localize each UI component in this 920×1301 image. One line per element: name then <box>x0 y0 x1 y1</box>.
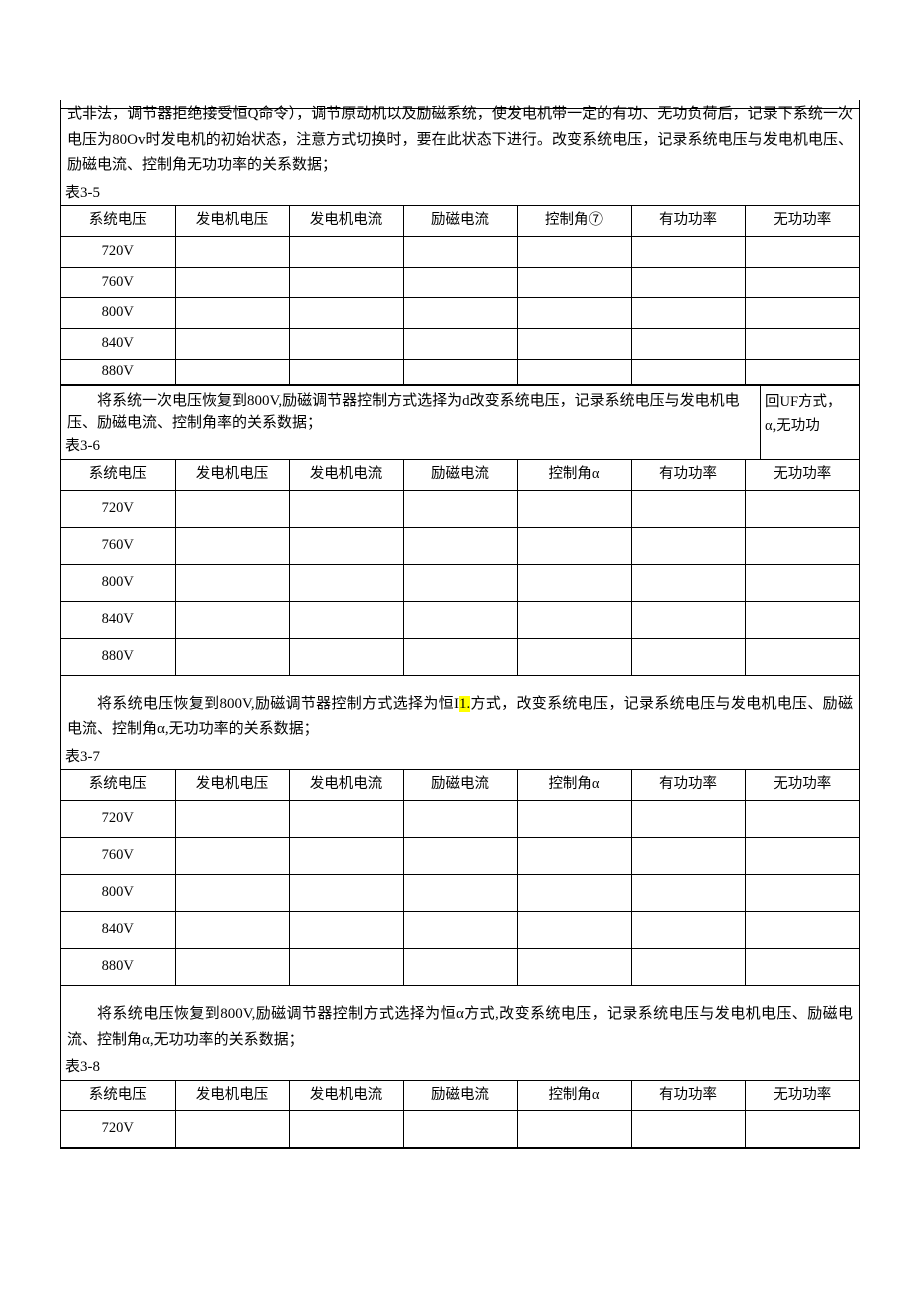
table-3-7-label: 表3-7 <box>61 745 859 770</box>
table-row: 760V <box>61 838 859 875</box>
para3-pre: 将系统电压恢复到800V,励磁调节器控制方式选择为恒I <box>97 696 459 712</box>
col-header: 发电机电流 <box>289 460 403 491</box>
table-row: 880V <box>61 638 859 675</box>
paragraph-1: 式非法，调节器拒绝接受恒Q命令），调节原动机以及励磁系统，使发电机带一定的有功、… <box>61 100 859 181</box>
cell: 840V <box>61 601 175 638</box>
col-header: 有功功率 <box>631 460 745 491</box>
col-header: 无功功率 <box>745 460 859 491</box>
main-content-box: 式非法，调节器拒绝接受恒Q命令），调节原动机以及励磁系统，使发电机带一定的有功、… <box>60 100 860 1149</box>
table-row: 840V <box>61 601 859 638</box>
table-row: 系统电压 发电机电压 发电机电流 励磁电流 控制角α 有功功率 无功功率 <box>61 460 859 491</box>
table-3-8: 系统电压 发电机电压 发电机电流 励磁电流 控制角α 有功功率 无功功率 720… <box>61 1080 859 1149</box>
col-header: 有功功率 <box>631 1080 745 1111</box>
table-3-5-label: 表3-5 <box>61 181 859 206</box>
table-row: 720V <box>61 801 859 838</box>
table-row: 760V <box>61 267 859 298</box>
table-row: 840V <box>61 329 859 360</box>
col-header: 控制角α <box>517 1080 631 1111</box>
col-header: 系统电压 <box>61 460 175 491</box>
col-header: 系统电压 <box>61 770 175 801</box>
cell: 720V <box>61 236 175 267</box>
table-row: 系统电压 发电机电压 发电机电流 励磁电流 控制角α 有功功率 无功功率 <box>61 770 859 801</box>
para3-highlight: 1. <box>459 696 470 712</box>
col-header: 系统电压 <box>61 206 175 237</box>
cell: 880V <box>61 638 175 675</box>
col-header: 发电机电压 <box>175 206 289 237</box>
col-header: 励磁电流 <box>403 206 517 237</box>
col-header: 系统电压 <box>61 1080 175 1111</box>
cell: 760V <box>61 838 175 875</box>
page-header-rule <box>60 108 860 109</box>
cell: 720V <box>61 1111 175 1148</box>
cell: 840V <box>61 329 175 360</box>
col-header: 有功功率 <box>631 770 745 801</box>
table-row: 系统电压 发电机电压 发电机电流 励磁电流 控制角⑦ 有功功率 无功功率 <box>61 206 859 237</box>
cell: 720V <box>61 490 175 527</box>
col-header: 控制角α <box>517 460 631 491</box>
side-line-1: 回UF方式， <box>765 390 855 415</box>
table-3-6-label: 表3-6 <box>65 435 754 458</box>
table-row: 720V <box>61 1111 859 1148</box>
paragraph-2-block: 将系统一次电压恢复到800V,励磁调节器控制方式选择为d改变系统电压，记录系统电… <box>61 385 859 460</box>
col-header: 励磁电流 <box>403 770 517 801</box>
paragraph-2-sidebox: 回UF方式， α,无功功 <box>760 386 859 460</box>
table-row: 760V <box>61 527 859 564</box>
table-row: 720V <box>61 490 859 527</box>
table-row: 800V <box>61 564 859 601</box>
col-header: 发电机电压 <box>175 770 289 801</box>
table-row: 800V <box>61 875 859 912</box>
cell: 800V <box>61 298 175 329</box>
table-row: 720V <box>61 236 859 267</box>
cell: 800V <box>61 564 175 601</box>
cell: 880V <box>61 949 175 986</box>
col-header: 发电机电流 <box>289 206 403 237</box>
table-row: 800V <box>61 298 859 329</box>
table-row: 880V <box>61 949 859 986</box>
cell: 760V <box>61 267 175 298</box>
col-header: 发电机电压 <box>175 1080 289 1111</box>
paragraph-3: 将系统电压恢复到800V,励磁调节器控制方式选择为恒I1.方式，改变系统电压，记… <box>61 690 859 745</box>
table-3-7: 系统电压 发电机电压 发电机电流 励磁电流 控制角α 有功功率 无功功率 720… <box>61 769 859 986</box>
table-row: 880V <box>61 359 859 384</box>
table-3-6: 系统电压 发电机电压 发电机电流 励磁电流 控制角α 有功功率 无功功率 720… <box>61 459 859 676</box>
table-row: 系统电压 发电机电压 发电机电流 励磁电流 控制角α 有功功率 无功功率 <box>61 1080 859 1111</box>
col-header: 控制角α <box>517 770 631 801</box>
paragraph-2-main: 将系统一次电压恢复到800V,励磁调节器控制方式选择为d改变系统电压，记录系统电… <box>67 390 754 435</box>
col-header: 励磁电流 <box>403 1080 517 1111</box>
col-header: 发电机电压 <box>175 460 289 491</box>
table-3-8-label: 表3-8 <box>61 1055 859 1080</box>
col-header: 无功功率 <box>745 1080 859 1111</box>
cell: 840V <box>61 912 175 949</box>
paragraph-4: 将系统电压恢复到800V,励磁调节器控制方式选择为恒α方式,改变系统电压，记录系… <box>61 1000 859 1055</box>
col-header: 发电机电流 <box>289 770 403 801</box>
cell: 760V <box>61 527 175 564</box>
cell: 720V <box>61 801 175 838</box>
col-header: 发电机电流 <box>289 1080 403 1111</box>
cell: 800V <box>61 875 175 912</box>
col-header: 控制角⑦ <box>517 206 631 237</box>
cell: 880V <box>61 359 175 384</box>
side-line-2: α,无功功 <box>765 414 855 439</box>
col-header: 无功功率 <box>745 206 859 237</box>
col-header: 励磁电流 <box>403 460 517 491</box>
table-row: 840V <box>61 912 859 949</box>
col-header: 无功功率 <box>745 770 859 801</box>
table-3-5: 系统电压 发电机电压 发电机电流 励磁电流 控制角⑦ 有功功率 无功功率 720… <box>61 205 859 385</box>
col-header: 有功功率 <box>631 206 745 237</box>
